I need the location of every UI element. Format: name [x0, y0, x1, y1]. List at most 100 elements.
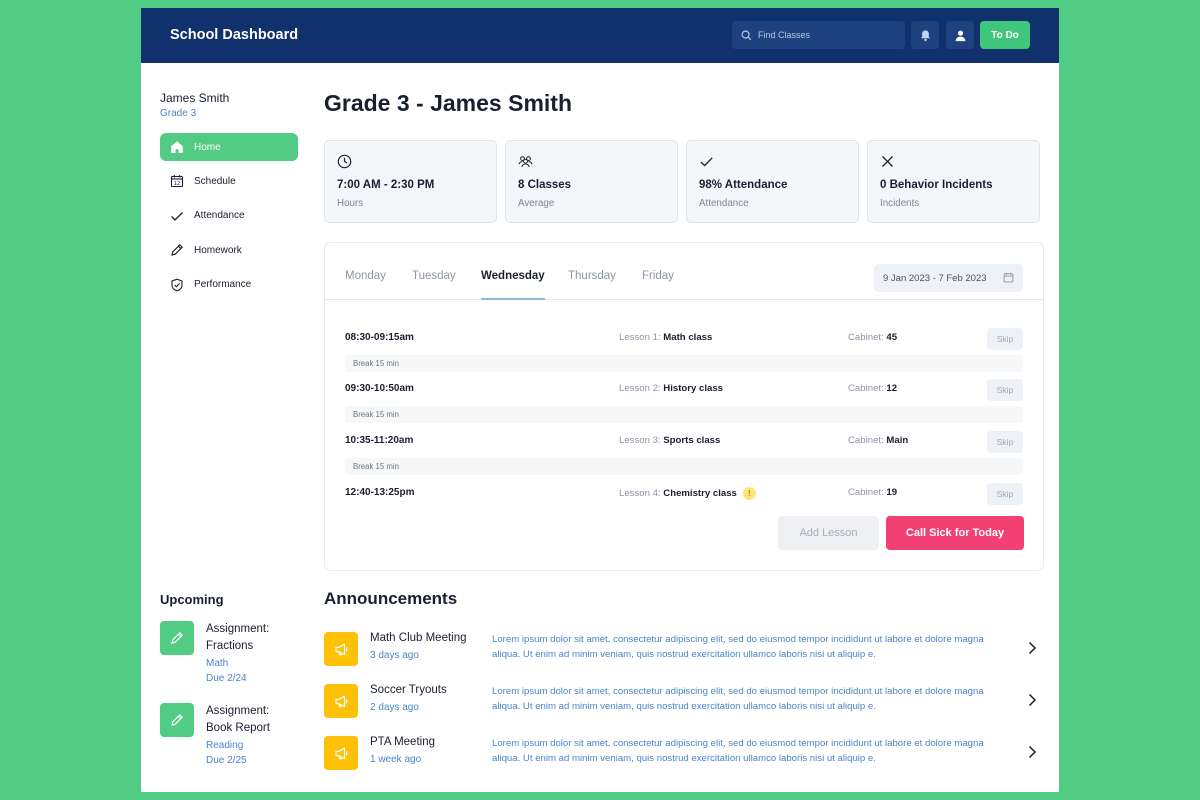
cabinet-value: 12	[886, 383, 898, 394]
search-input[interactable]	[758, 30, 898, 40]
announcement-text: Lorem ipsum dolor sit amet, consectetur …	[492, 738, 984, 764]
sidebar-item-label: Performance	[194, 279, 252, 291]
lesson-cabinet: Cabinet: 12	[848, 383, 897, 394]
announcement-text: Lorem ipsum dolor sit amet, consectetur …	[492, 634, 984, 660]
call-sick-button[interactable]: Call Sick for Today	[886, 516, 1024, 550]
users-icon	[518, 156, 533, 168]
brand-title: School Dashboard	[170, 27, 299, 43]
break-row: Break 15 min	[345, 458, 1023, 475]
lesson-time: 09:30-10:50am	[345, 383, 414, 394]
announcement-item[interactable]: PTA Meeting 1 week ago Lorem ipsum dolor…	[324, 736, 1044, 770]
announcement-name: Soccer Tryouts	[370, 684, 447, 696]
cabinet-prefix: Cabinet:	[848, 332, 884, 343]
announcement-time: 1 week ago	[370, 754, 422, 765]
lesson-name: Lesson 4: Chemistry class!	[619, 487, 756, 500]
date-range-picker[interactable]: 9 Jan 2023 - 7 Feb 2023	[874, 264, 1023, 292]
stat-label: Attendance	[699, 198, 749, 209]
pencil-icon	[171, 244, 183, 256]
cabinet-prefix: Cabinet:	[848, 435, 884, 446]
stat-value: 7:00 AM - 2:30 PM	[337, 179, 435, 191]
lesson-time: 08:30-09:15am	[345, 332, 414, 343]
upcoming-item-due: Due 2/24	[206, 673, 247, 684]
skip-button[interactable]: Skip	[987, 328, 1023, 350]
lesson-row: 09:30-10:50am Lesson 2: History class Ca…	[345, 379, 1023, 401]
cabinet-prefix: Cabinet:	[848, 487, 884, 498]
sidebar-item-home[interactable]: Home	[160, 133, 298, 161]
skip-button[interactable]: Skip	[987, 379, 1023, 401]
chevron-right-icon[interactable]	[1024, 640, 1040, 656]
lesson-time: 12:40-13:25pm	[345, 487, 415, 498]
shield-check-icon	[171, 278, 183, 291]
megaphone-icon	[334, 747, 347, 759]
sidebar-item-schedule[interactable]: 12 Schedule	[160, 167, 298, 195]
sidebar-item-label: Attendance	[194, 210, 245, 222]
sidebar-item-label: Schedule	[194, 175, 236, 187]
announcement-time: 3 days ago	[370, 650, 419, 661]
upcoming-item-title: Assignment: Fractions	[206, 623, 270, 652]
lesson-title: Chemistry class	[663, 488, 737, 500]
clock-icon	[337, 154, 352, 169]
lesson-time: 10:35-11:20am	[345, 435, 414, 446]
add-lesson-button[interactable]: Add Lesson	[778, 516, 879, 550]
sidebar-nav: Home 12 Schedule Attendance Homework Per…	[160, 133, 298, 305]
calendar-icon	[1003, 272, 1014, 283]
stat-value: 98% Attendance	[699, 179, 788, 191]
cabinet-value: 19	[886, 487, 898, 498]
announcement-time: 2 days ago	[370, 702, 419, 713]
tab-friday[interactable]: Friday	[642, 270, 674, 300]
lesson-row: 10:35-11:20am Lesson 3: Sports class Cab…	[345, 431, 1023, 453]
announcement-item[interactable]: Math Club Meeting 3 days ago Lorem ipsum…	[324, 632, 1044, 666]
lesson-title: Sports class	[663, 435, 721, 446]
megaphone-icon	[334, 695, 347, 707]
user-icon	[955, 30, 965, 41]
tab-thursday[interactable]: Thursday	[568, 270, 616, 300]
break-row: Break 15 min	[345, 355, 1023, 372]
x-icon	[882, 156, 893, 167]
skip-button[interactable]: Skip	[987, 431, 1023, 453]
stat-label: Hours	[337, 198, 364, 209]
search-box[interactable]	[732, 21, 905, 49]
profile-button[interactable]	[946, 21, 974, 49]
lesson-cabinet: Cabinet: 19	[848, 487, 897, 498]
check-icon	[700, 157, 713, 167]
user-name: James Smith	[160, 91, 230, 105]
stats-row: 7:00 AM - 2:30 PM Hours 8 Classes Averag…	[324, 140, 1041, 223]
notifications-button[interactable]	[911, 21, 939, 49]
page-title: Grade 3 - James Smith	[324, 90, 572, 116]
stat-card-attendance: 98% Attendance Attendance	[686, 140, 859, 223]
tab-tuesday[interactable]: Tuesday	[412, 270, 456, 300]
lesson-prefix: Lesson 2:	[619, 383, 661, 394]
sidebar-item-homework[interactable]: Homework	[160, 236, 298, 264]
svg-text:12: 12	[174, 181, 180, 187]
sidebar-item-attendance[interactable]: Attendance	[160, 202, 298, 230]
upcoming-item-subject: Reading	[206, 740, 244, 751]
chevron-right-icon[interactable]	[1024, 744, 1040, 760]
stat-value: 0 Behavior Incidents	[880, 179, 993, 191]
announcement-badge	[324, 684, 358, 718]
check-icon	[171, 211, 183, 221]
skip-button[interactable]: Skip	[987, 483, 1023, 505]
tab-wednesday[interactable]: Wednesday	[481, 270, 545, 300]
stat-label: Incidents	[880, 198, 920, 209]
lesson-name: Lesson 2: History class	[619, 383, 723, 394]
warning-icon[interactable]: !	[742, 487, 756, 500]
announcement-item[interactable]: Soccer Tryouts 2 days ago Lorem ipsum do…	[324, 684, 1044, 718]
lesson-prefix: Lesson 1:	[619, 332, 661, 343]
announcement-badge	[324, 632, 358, 666]
lesson-prefix: Lesson 3:	[619, 435, 661, 446]
upcoming-item[interactable]: Assignment: Book Report Reading Due 2/25	[160, 703, 300, 773]
todo-button[interactable]: To Do	[980, 21, 1030, 49]
stat-card-hours: 7:00 AM - 2:30 PM Hours	[324, 140, 497, 223]
bell-icon	[920, 29, 930, 41]
sidebar-item-performance[interactable]: Performance	[160, 271, 298, 299]
home-icon	[171, 141, 183, 153]
lesson-cabinet: Cabinet: Main	[848, 435, 908, 446]
lesson-cabinet: Cabinet: 45	[848, 332, 897, 343]
upcoming-item[interactable]: Assignment: Fractions Math Due 2/24	[160, 621, 300, 691]
stat-card-incidents: 0 Behavior Incidents Incidents	[867, 140, 1040, 223]
chevron-right-icon[interactable]	[1024, 692, 1040, 708]
announcement-badge	[324, 736, 358, 770]
tab-monday[interactable]: Monday	[345, 270, 386, 300]
upcoming-item-subject: Math	[206, 658, 229, 669]
assignment-badge	[160, 621, 194, 655]
